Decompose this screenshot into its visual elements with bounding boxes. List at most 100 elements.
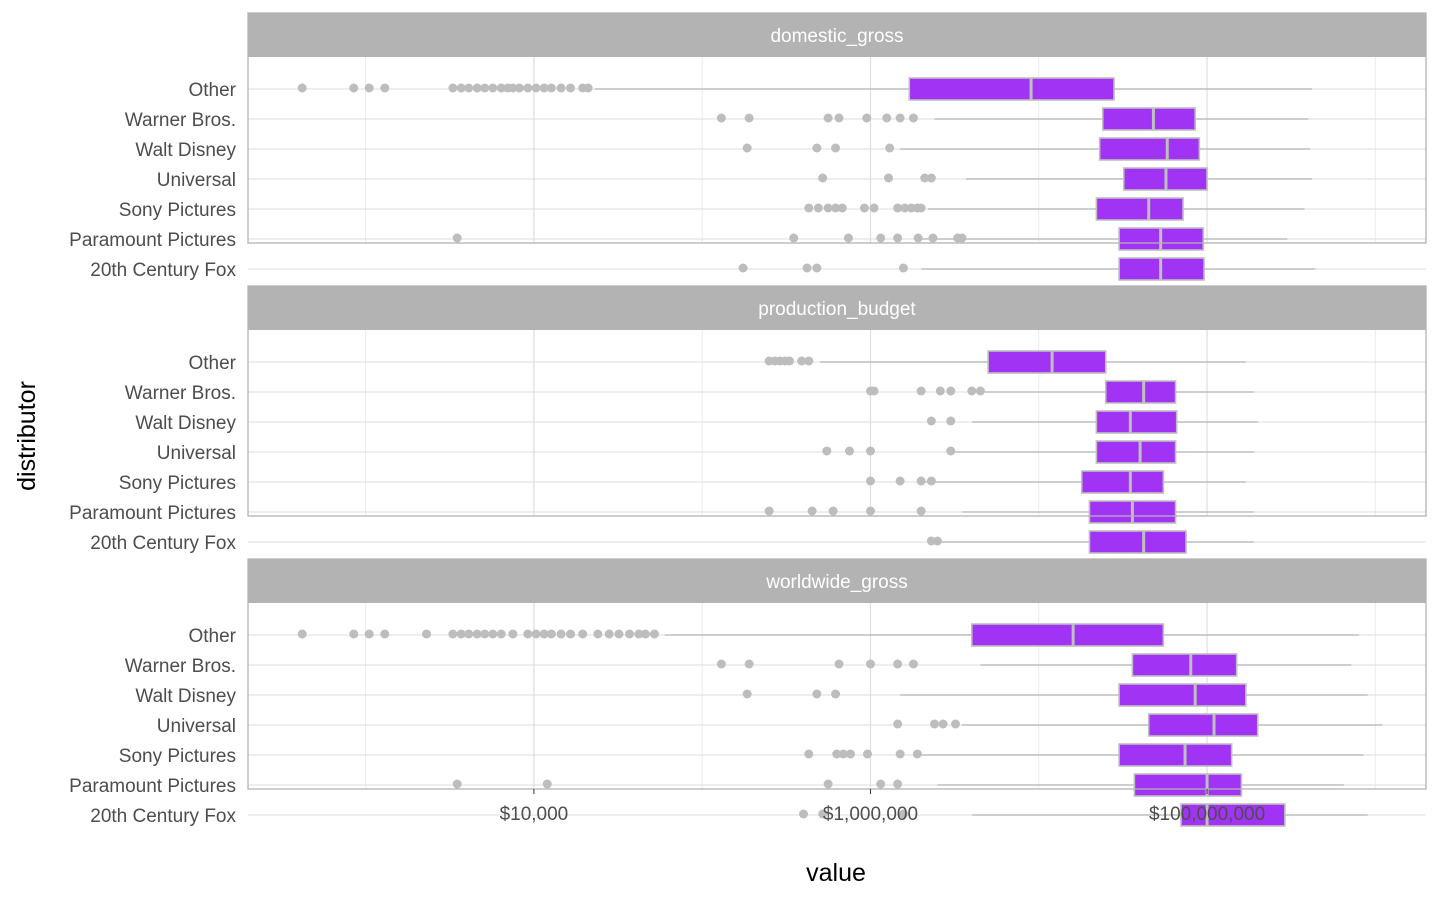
outlier-point: [742, 689, 752, 699]
outlier-point: [862, 113, 872, 123]
outlier-point: [865, 659, 875, 669]
y-tick-label: Warner Bros.: [125, 383, 236, 404]
outlier-point: [869, 203, 879, 213]
outlier-point: [844, 446, 854, 456]
outlier-point: [523, 629, 533, 639]
outlier-point: [865, 476, 875, 486]
iqr-box: [1095, 410, 1178, 434]
outlier-point: [926, 173, 936, 183]
outlier-point: [546, 83, 556, 93]
panel-background: [248, 330, 1426, 516]
outlier-point: [908, 113, 918, 123]
outlier-point: [876, 233, 886, 243]
outlier-point: [764, 506, 774, 516]
y-tick-label: Other: [188, 353, 236, 374]
outlier-point: [546, 629, 556, 639]
outlier-point: [716, 113, 726, 123]
outlier-point: [640, 629, 650, 639]
iqr-box: [1095, 197, 1184, 221]
outlier-point: [950, 719, 960, 729]
outlier-point: [566, 83, 576, 93]
outlier-point: [422, 629, 432, 639]
outlier-point: [831, 143, 841, 153]
iqr-box: [1095, 440, 1177, 464]
iqr-box: [971, 623, 1165, 647]
y-tick-label: Other: [188, 80, 236, 101]
outlier-point: [349, 83, 359, 93]
outlier-point: [932, 536, 942, 546]
outlier-point: [884, 173, 894, 183]
outlier-point: [556, 629, 566, 639]
outlier-point: [946, 416, 956, 426]
outlier-point: [508, 629, 518, 639]
x-tick-label: $1,000,000: [823, 804, 918, 825]
outlier-point: [863, 749, 873, 759]
outlier-point: [807, 506, 817, 516]
outlier-point: [893, 719, 903, 729]
outlier-point: [916, 386, 926, 396]
outlier-point: [908, 659, 918, 669]
outlier-point: [912, 749, 922, 759]
facet-strip-label: production_budget: [758, 299, 916, 320]
outlier-point: [975, 386, 985, 396]
outlier-point: [957, 233, 967, 243]
facet-strip-label: worldwide_gross: [765, 572, 908, 593]
outlier-point: [531, 83, 541, 93]
y-tick-label: Other: [188, 626, 236, 647]
y-tick-label: Paramount Pictures: [69, 503, 236, 524]
outlier-point: [649, 629, 659, 639]
outlier-point: [496, 629, 506, 639]
iqr-box: [1080, 470, 1165, 494]
y-tick-label: 20th Century Fox: [90, 260, 236, 281]
y-tick-label: Paramount Pictures: [69, 776, 236, 797]
outlier-point: [784, 356, 794, 366]
outlier-point: [946, 386, 956, 396]
outlier-point: [448, 83, 458, 93]
outlier-point: [297, 629, 307, 639]
outlier-point: [935, 386, 945, 396]
outlier-point: [938, 719, 948, 729]
x-tick-label: $100,000,000: [1149, 804, 1265, 825]
outlier-point: [789, 233, 799, 243]
panel-production_budget: production_budget Other Warner Bros. Walt D…: [69, 285, 1427, 554]
outlier-point: [556, 83, 566, 93]
outlier-point: [859, 203, 869, 213]
y-tick-label: Sony Pictures: [119, 746, 236, 767]
outlier-point: [744, 659, 754, 669]
y-axis-title: distributor: [13, 381, 41, 491]
outlier-point: [926, 416, 936, 426]
outlier-point: [578, 629, 588, 639]
outlier-point: [464, 83, 474, 93]
outlier-point: [876, 779, 886, 789]
outlier-point: [834, 659, 844, 669]
outlier-point: [893, 779, 903, 789]
outlier-point: [804, 356, 814, 366]
outlier-point: [812, 689, 822, 699]
iqr-box: [908, 77, 1115, 101]
y-tick-label: Walt Disney: [135, 140, 236, 161]
outlier-point: [926, 476, 936, 486]
iqr-box: [1088, 530, 1187, 554]
iqr-box: [1104, 380, 1177, 404]
outlier-point: [349, 629, 359, 639]
outlier-point: [823, 779, 833, 789]
outlier-point: [542, 779, 552, 789]
y-tick-label: 20th Century Fox: [90, 806, 236, 827]
outlier-point: [804, 749, 814, 759]
outlier-point: [882, 113, 892, 123]
outlier-point: [364, 83, 374, 93]
outlier-point: [297, 83, 307, 93]
facet-strip-label: domestic_gross: [770, 26, 903, 47]
outlier-point: [865, 506, 875, 516]
outlier-point: [625, 629, 635, 639]
outlier-point: [452, 779, 462, 789]
outlier-point: [822, 446, 832, 456]
panels-layer: domestic_gross Other Warner Bros. Walt Disn…: [69, 12, 1427, 827]
outlier-point: [813, 203, 823, 213]
outlier-point: [845, 749, 855, 759]
outlier-point: [834, 113, 844, 123]
outlier-point: [380, 83, 390, 93]
outlier-point: [480, 83, 490, 93]
outlier-point: [744, 113, 754, 123]
y-tick-label: Sony Pictures: [119, 200, 236, 221]
